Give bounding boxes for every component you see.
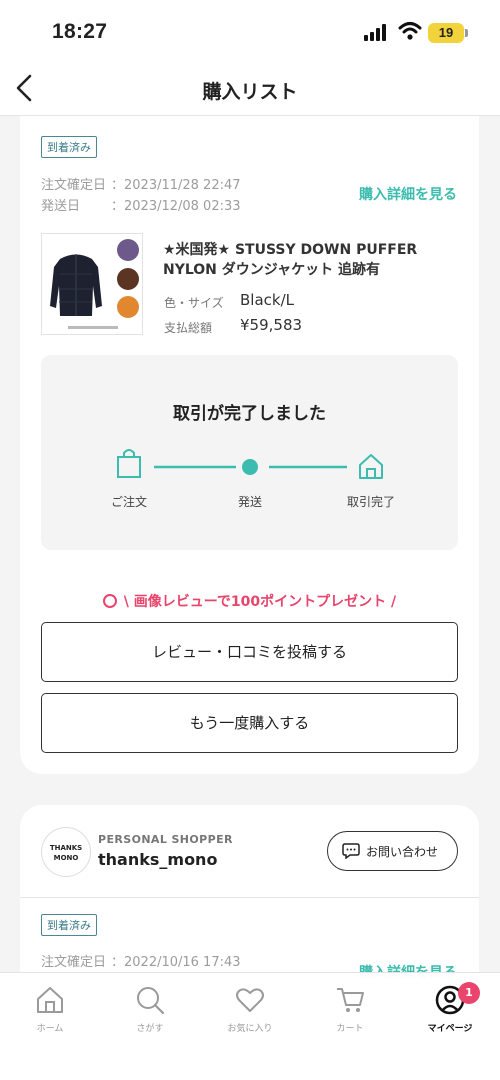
step-label-ship: 発送 bbox=[237, 495, 262, 509]
ship-date-row: 発送日 ：2023/12/08 02:33 bbox=[41, 195, 241, 214]
tab-cart-label: カート bbox=[336, 1024, 364, 1034]
tab-search-label: さがす bbox=[136, 1024, 164, 1034]
tab-favorites-label: お気に入り bbox=[227, 1024, 273, 1034]
shop-logo-line2: MONO bbox=[53, 854, 79, 862]
status-bar: 18:27 19 bbox=[0, 0, 500, 60]
shopping-bag-icon bbox=[117, 449, 141, 478]
home-icon bbox=[37, 987, 63, 1013]
post-review-button[interactable]: レビュー・口コミを投稿する bbox=[41, 622, 458, 682]
order-card: 到着済み 注文確定日 ：2023/11/28 22:47 発送日 ：2023/12/… bbox=[20, 116, 479, 774]
order-date-row: 注文確定日 ：2023/11/28 22:47 bbox=[41, 174, 241, 193]
battery-tip bbox=[465, 29, 468, 37]
ship-date-label: 発送日 bbox=[41, 199, 81, 214]
cellular-signal-icon bbox=[364, 24, 390, 41]
order-progress: 取引が完了しました ご注文 発送 取引完了 bbox=[41, 355, 458, 550]
progress-track bbox=[117, 449, 383, 479]
order-date-value: ：2023/11/28 22:47 bbox=[111, 178, 241, 193]
total-row: 支払総額 ¥59,583 bbox=[164, 316, 302, 336]
chat-icon bbox=[342, 843, 360, 859]
spec-value: Black/L bbox=[240, 291, 294, 309]
cart-icon bbox=[337, 988, 364, 1012]
order-date-label: 注文確定日 bbox=[41, 955, 107, 970]
tab-mypage[interactable]: 1 マイページ bbox=[400, 973, 500, 1043]
page-title: 購入リスト bbox=[202, 81, 298, 103]
step-label-complete: 取引完了 bbox=[346, 495, 395, 509]
shop-logo-line1: THANKS bbox=[49, 844, 83, 852]
tab-home-label: ホーム bbox=[36, 1024, 64, 1034]
order-date-row: 注文確定日 ：2022/10/16 17:43 bbox=[41, 951, 241, 970]
status-badge: 到着済み bbox=[41, 136, 97, 158]
ship-date-value: ：2023/12/08 02:33 bbox=[111, 199, 241, 214]
order-date-label: 注文確定日 bbox=[41, 178, 107, 193]
tab-cart[interactable]: カート bbox=[300, 973, 400, 1043]
spec-row: 色・サイズ Black/L bbox=[164, 291, 294, 311]
status-badge: 到着済み bbox=[41, 914, 97, 936]
purchase-detail-link[interactable]: 購入詳細を見る bbox=[359, 184, 457, 204]
order-date-value: ：2022/10/16 17:43 bbox=[111, 955, 241, 970]
heart-icon bbox=[236, 988, 264, 1012]
progress-title: 取引が完了しました bbox=[173, 404, 326, 424]
tab-search[interactable]: さがす bbox=[100, 973, 200, 1043]
home-complete-icon bbox=[359, 454, 383, 479]
total-label: 支払総額 bbox=[164, 321, 213, 335]
tab-favorites[interactable]: お気に入り bbox=[200, 973, 300, 1043]
contact-button[interactable]: お問い合わせ bbox=[327, 831, 458, 871]
buy-again-button[interactable]: もう一度購入する bbox=[41, 693, 458, 753]
shop-avatar[interactable]: THANKS MONO bbox=[41, 827, 91, 877]
notification-badge: 1 bbox=[458, 982, 480, 1004]
search-icon bbox=[137, 987, 165, 1015]
spec-label: 色・サイズ bbox=[164, 296, 224, 310]
coin-icon bbox=[102, 594, 117, 608]
status-time: 18:27 bbox=[52, 20, 108, 43]
total-value: ¥59,583 bbox=[240, 316, 303, 334]
shop-type: PERSONAL SHOPPER bbox=[98, 833, 233, 846]
tab-home[interactable]: ホーム bbox=[0, 973, 100, 1043]
tab-bar: ホーム さがす お気に入り カート 1 マイページ bbox=[0, 972, 500, 1080]
promo-text: \ 画像レビューで100ポイントプレゼント / bbox=[123, 594, 397, 610]
battery-indicator: 19 bbox=[428, 23, 464, 43]
shop-name[interactable]: thanks_mono bbox=[98, 850, 217, 869]
step-label-order: ご注文 bbox=[110, 495, 147, 509]
product-image[interactable] bbox=[41, 233, 143, 335]
product-title[interactable]: ★米国発★ STUSSY DOWN PUFFER NYLON ダウンジャケット … bbox=[163, 240, 463, 280]
ship-step-dot bbox=[242, 459, 258, 475]
divider bbox=[20, 897, 479, 898]
jacket-image bbox=[50, 239, 139, 329]
wifi-icon bbox=[398, 22, 422, 40]
review-promo-banner: \ 画像レビューで100ポイントプレゼント / bbox=[20, 591, 479, 611]
contact-label: お問い合わせ bbox=[366, 845, 439, 859]
nav-header: 購入リスト bbox=[0, 60, 500, 116]
tab-mypage-label: マイページ bbox=[427, 1024, 473, 1034]
